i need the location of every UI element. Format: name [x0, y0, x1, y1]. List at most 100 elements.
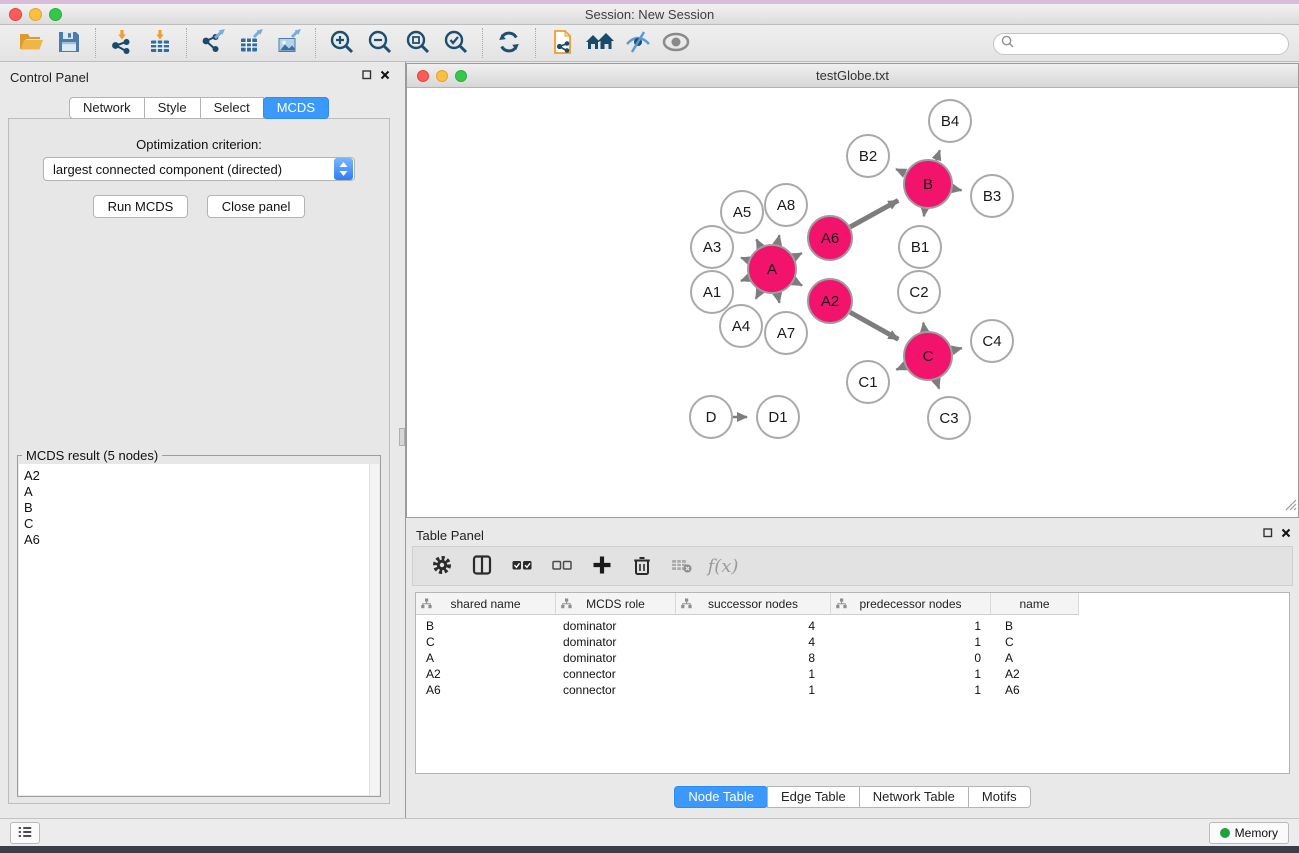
show-columns-button[interactable] [465, 551, 499, 581]
zoom-fit-button[interactable] [399, 27, 437, 59]
node-A6[interactable]: A6 [808, 216, 852, 260]
memory-button[interactable]: Memory [1209, 822, 1289, 844]
node-A7[interactable]: A7 [765, 312, 807, 354]
minimize-window-button[interactable] [29, 8, 42, 21]
edge-B-B2[interactable] [896, 169, 905, 173]
edge-C-C2[interactable] [923, 323, 924, 332]
tab-network-table[interactable]: Network Table [859, 786, 969, 808]
close-window-button[interactable] [9, 8, 22, 21]
node-A4[interactable]: A4 [720, 305, 762, 347]
close-panel-icon[interactable] [1281, 528, 1291, 538]
refresh-view-button[interactable] [490, 27, 528, 59]
result-list-item[interactable]: C [24, 516, 369, 532]
result-list-item[interactable]: A2 [24, 468, 369, 484]
minimize-network-button[interactable] [436, 70, 448, 82]
node-C3[interactable]: C3 [928, 397, 970, 439]
edge-A6-B[interactable] [850, 200, 898, 226]
float-panel-icon[interactable] [1263, 528, 1273, 538]
resize-grip[interactable] [1283, 497, 1297, 516]
tab-edge-table[interactable]: Edge Table [767, 786, 860, 808]
tab-style[interactable]: Style [144, 97, 201, 119]
node-A1[interactable]: A1 [691, 271, 733, 313]
edge-A-A8[interactable] [777, 235, 779, 244]
result-scrollbar[interactable] [369, 464, 379, 795]
close-panel-icon[interactable] [380, 70, 390, 80]
network-canvas[interactable]: B4 B2 B B3 B1 A6 A5A8 A3 A A1A4A7A2 C2 C C4 C1 C3 D D1 [407, 88, 1298, 517]
node-C1[interactable]: C1 [847, 361, 889, 403]
delete-table-button[interactable] [665, 551, 699, 581]
node-C[interactable]: C [904, 332, 952, 380]
edge-C-C3[interactable] [936, 380, 939, 389]
run-mcds-button[interactable]: Run MCDS [93, 195, 189, 218]
tab-network[interactable]: Network [69, 97, 145, 119]
column-header-predecessor-nodes[interactable]: predecessor nodes [831, 593, 991, 615]
table-row[interactable]: A2connector11A2 [416, 666, 1289, 682]
home-button[interactable] [581, 27, 619, 59]
tab-node-table[interactable]: Node Table [674, 786, 768, 808]
edge-C-C1[interactable] [896, 366, 905, 370]
export-table-button[interactable] [232, 27, 270, 59]
node-D[interactable]: D [690, 396, 732, 438]
edge-A-A1[interactable] [741, 278, 749, 281]
tab-select[interactable]: Select [200, 97, 264, 119]
edge-A-A2[interactable] [794, 281, 802, 285]
edge-A-A7[interactable] [777, 293, 779, 302]
result-list-item[interactable]: B [24, 500, 369, 516]
panel-splitter[interactable] [398, 62, 406, 818]
node-B[interactable]: B [904, 160, 952, 208]
hide-style-button[interactable] [619, 27, 657, 59]
node-A2[interactable]: A2 [808, 279, 852, 323]
result-list-item[interactable]: A6 [24, 532, 369, 548]
result-list-item[interactable]: A [24, 484, 369, 500]
tab-motifs[interactable]: Motifs [968, 786, 1031, 808]
search-input[interactable] [1018, 35, 1288, 53]
delete-columns-button[interactable] [625, 551, 659, 581]
float-panel-icon[interactable] [362, 70, 372, 80]
edge-A-A4[interactable] [756, 291, 760, 299]
node-D1[interactable]: D1 [757, 396, 799, 438]
edge-B-B4[interactable] [936, 150, 940, 160]
node-B4[interactable]: B4 [929, 100, 971, 142]
edge-C-C4[interactable] [952, 348, 961, 350]
edge-B-B1[interactable] [924, 209, 925, 216]
zoom-window-button[interactable] [49, 8, 62, 21]
table-settings-button[interactable] [425, 551, 459, 581]
node-B1[interactable]: B1 [899, 226, 941, 268]
tab-mcds[interactable]: MCDS [263, 97, 329, 119]
network-graph[interactable]: B4 B2 B B3 B1 A6 A5A8 A3 A A1A4A7A2 C2 C C4 C1 C3 D D1 [407, 88, 1298, 517]
table-row[interactable]: Cdominator41C [416, 634, 1289, 650]
export-network-button[interactable] [194, 27, 232, 59]
node-A[interactable]: A [748, 245, 796, 293]
column-header-name[interactable]: name [991, 593, 1079, 615]
edge-B-B3[interactable] [953, 189, 962, 191]
add-column-button[interactable] [585, 551, 619, 581]
splitter-grip-icon[interactable] [399, 428, 405, 446]
table-row[interactable]: Bdominator41B [416, 618, 1289, 634]
node-C4[interactable]: C4 [971, 320, 1013, 362]
optimization-criterion-select[interactable]: largest connected component (directed) [43, 157, 355, 181]
close-panel-button[interactable]: Close panel [207, 195, 306, 218]
select-all-columns-button[interactable] [505, 551, 539, 581]
node-A3[interactable]: A3 [691, 226, 733, 268]
new-network-from-selection-button[interactable] [543, 27, 581, 59]
column-header-successor-nodes[interactable]: successor nodes [676, 593, 831, 615]
task-history-button[interactable] [10, 822, 40, 844]
zoom-in-button[interactable] [323, 27, 361, 59]
node-B2[interactable]: B2 [847, 135, 889, 177]
search-box[interactable] [993, 33, 1289, 55]
node-B3[interactable]: B3 [971, 175, 1013, 217]
import-network-button[interactable] [103, 27, 141, 59]
export-image-button[interactable] [270, 27, 308, 59]
edge-A-A3[interactable] [741, 258, 748, 261]
function-builder-button[interactable]: f(x) [705, 551, 739, 581]
table-row[interactable]: Adominator80A [416, 650, 1289, 666]
network-window-titlebar[interactable]: testGlobe.txt [407, 64, 1298, 88]
node-A5[interactable]: A5 [721, 191, 763, 233]
zoom-selected-button[interactable] [437, 27, 475, 59]
column-header-shared-name[interactable]: shared name [416, 593, 556, 615]
node-A8[interactable]: A8 [765, 184, 807, 226]
save-session-button[interactable] [50, 27, 88, 59]
column-header-mcds-role[interactable]: MCDS role [556, 593, 676, 615]
zoom-out-button[interactable] [361, 27, 399, 59]
node-C2[interactable]: C2 [898, 271, 940, 313]
